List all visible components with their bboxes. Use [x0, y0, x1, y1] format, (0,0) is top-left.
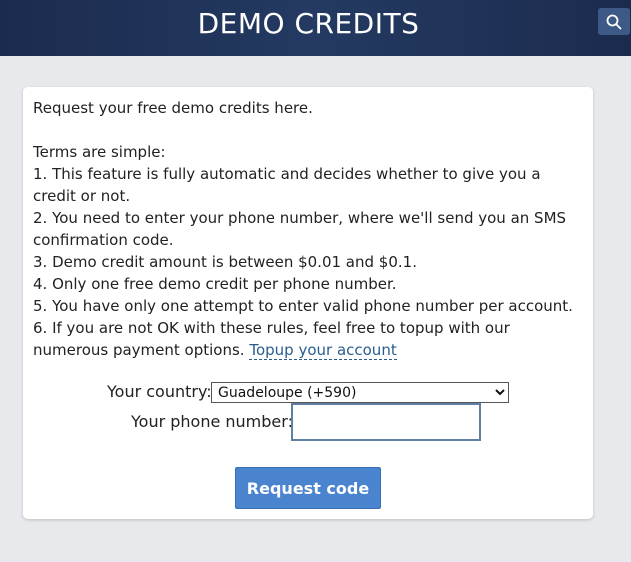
top-header: DEMO CREDITS: [0, 0, 631, 56]
country-label: Your country:: [107, 382, 212, 401]
request-code-button[interactable]: Request code: [235, 467, 381, 509]
terms-heading: Terms are simple:: [33, 143, 166, 161]
terms-item-5: 5. You have only one attempt to enter va…: [33, 297, 573, 315]
demo-credits-card: Request your free demo credits here. Ter…: [23, 87, 593, 519]
page-title: DEMO CREDITS: [197, 7, 420, 40]
terms-item-4: 4. Only one free demo credit per phone n…: [33, 275, 397, 293]
phone-label: Your phone number:: [131, 412, 293, 431]
phone-number-input[interactable]: [291, 403, 481, 441]
intro-text: Request your free demo credits here.: [33, 99, 313, 117]
search-icon: [606, 14, 622, 30]
topup-account-link[interactable]: Topup your account: [249, 341, 397, 360]
search-button[interactable]: [598, 8, 630, 35]
country-select[interactable]: Guadeloupe (+590): [211, 382, 509, 403]
terms-item-2: 2. You need to enter your phone number, …: [33, 209, 567, 249]
terms-item-6: 6. If you are not OK with these rules, f…: [33, 317, 585, 361]
terms-item-1: 1. This feature is fully automatic and d…: [33, 165, 541, 205]
terms-item-3: 3. Demo credit amount is between $0.01 a…: [33, 253, 417, 271]
terms-content: Request your free demo credits here. Ter…: [33, 97, 585, 361]
